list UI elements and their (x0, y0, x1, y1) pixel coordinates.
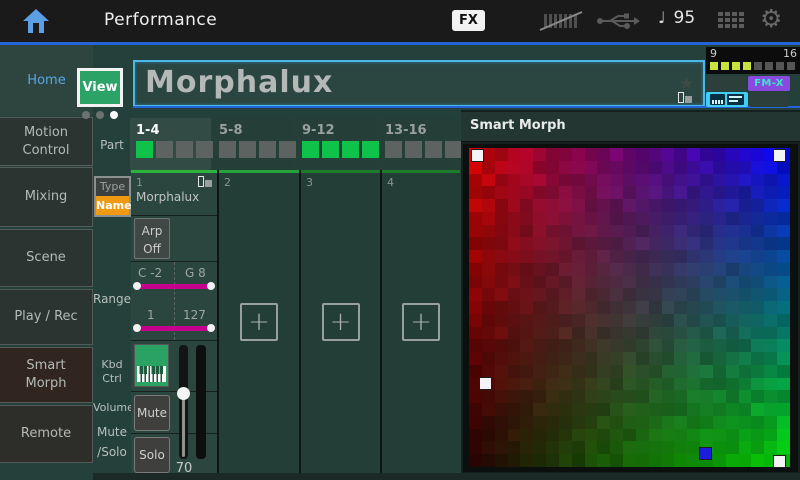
accent-divider (0, 42, 800, 45)
view-button[interactable]: View (77, 68, 123, 107)
status-cell-empty-2 (750, 92, 788, 107)
sidebar-item-motion-control[interactable]: Motion Control (0, 117, 93, 166)
part-4-add-button[interactable]: + (402, 303, 440, 341)
sidebar-item-scene[interactable]: Scene (0, 229, 93, 287)
part-1-number: 1 (136, 176, 143, 189)
part-indicator-leds (710, 62, 795, 70)
name-field-underline (133, 106, 800, 108)
engine-fmx-badge: FM-X (748, 76, 790, 91)
performance-name-field[interactable]: Morphalux (133, 60, 705, 107)
smart-morph-panel: Smart Morph (461, 110, 800, 480)
part-indicator-start: 9 (710, 47, 717, 60)
performance-home-screen: Performance FX ♩ 95 (0, 0, 800, 480)
motion-seq-keyboard-badge (706, 92, 748, 107)
part-indicator-end: 16 (783, 47, 797, 60)
keyboard-slash-icon (538, 10, 584, 32)
smart-morph-map[interactable] (469, 148, 790, 467)
row-label-volume: Volume (93, 401, 131, 415)
sidebar-item-remote[interactable]: Remote (0, 405, 93, 463)
morph-marker-white (773, 149, 786, 162)
usb-icon (596, 12, 640, 30)
fader-knob[interactable] (177, 387, 190, 400)
quarter-note-icon: ♩ (658, 8, 666, 27)
smart-morph-header: Smart Morph (461, 112, 800, 142)
morph-marker-white (471, 149, 484, 162)
part-2-number: 2 (224, 176, 231, 189)
part-4-strip[interactable]: 4 + (382, 170, 460, 473)
sidebar-item-mixing[interactable]: Mixing (0, 167, 93, 227)
part-indicator-panel: 9 16 (706, 47, 800, 74)
tempo-display[interactable]: ♩ 95 (658, 8, 695, 28)
home-icon[interactable] (22, 8, 50, 34)
part-4-number: 4 (387, 176, 394, 189)
note-range-low: C -2 (138, 266, 162, 280)
part-2-strip[interactable]: 2 + (219, 170, 299, 473)
part-1-strip[interactable]: 1 Morphalux Arp Off C -2 G 8 1 127 (131, 170, 217, 473)
category-flag-icon (678, 92, 692, 103)
mini-keyboard-icon (710, 94, 744, 105)
velocity-range-slider[interactable] (136, 326, 212, 331)
sidebar-item-play-rec[interactable]: Play / Rec (0, 289, 93, 345)
part-2-add-button[interactable]: + (240, 303, 278, 341)
row-label-range: Range (93, 292, 131, 307)
part-tab-9-12-squares (302, 141, 379, 158)
part-1-kbd-ctrl-button[interactable] (134, 344, 169, 387)
favorite-star-icon[interactable]: ★ (679, 74, 694, 94)
row-label-part: Part (93, 138, 131, 153)
part-tab-5-8-squares (219, 141, 296, 158)
part-3-number: 3 (306, 176, 313, 189)
status-cell-empty-1 (706, 76, 746, 91)
utility-gear-icon[interactable]: ⚙ (760, 4, 782, 33)
part-1-arp-button[interactable]: Arp Off (134, 218, 170, 259)
row-label-mute: Mute (93, 425, 131, 440)
smart-morph-map-frame (463, 144, 798, 472)
page-indicator-dots (82, 111, 122, 119)
fader-fill (182, 395, 185, 457)
part-tab-1-4-squares (136, 141, 213, 158)
type-button[interactable]: Type (96, 178, 129, 196)
velocity-range-high: 127 (183, 308, 206, 322)
part-tab-5-8[interactable]: 5-8 (213, 118, 294, 170)
performance-name: Morphalux (145, 65, 333, 100)
velocity-range-low: 1 (147, 308, 155, 322)
part-tab-1-4[interactable]: 1-4 (130, 118, 211, 172)
tempo-value: 95 (674, 8, 696, 28)
fx-badge[interactable]: FX (452, 10, 485, 31)
type-name-toggle: Type Name (94, 176, 131, 217)
part-tab-13-16[interactable]: 13-16 (379, 118, 460, 170)
part-1-volume-fader[interactable] (179, 345, 188, 459)
part-3-strip[interactable]: 3 + (301, 170, 380, 473)
part-tab-9-12[interactable]: 9-12 (296, 118, 377, 170)
part-3-add-button[interactable]: + (322, 303, 360, 341)
part-1-flag-icon (198, 176, 212, 187)
name-button[interactable]: Name (96, 196, 129, 215)
row-label-kbd-ctrl: Kbd Ctrl (93, 358, 131, 386)
part-1-mute-button[interactable]: Mute (134, 395, 170, 431)
live-set-grid-icon[interactable] (718, 12, 744, 28)
sidebar-item-smart-morph[interactable]: Smart Morph (0, 347, 93, 403)
note-range-slider[interactable] (136, 284, 212, 289)
morph-marker-white (773, 455, 786, 468)
part-1-name: Morphalux (136, 190, 199, 204)
smart-morph-title: Smart Morph (470, 118, 566, 133)
row-label-solo: /Solo (93, 445, 131, 460)
bottom-edge (93, 473, 800, 480)
morph-marker-white (479, 377, 492, 390)
part-1-level-meter (196, 345, 206, 459)
screen-title: Performance (104, 10, 217, 30)
piano-keyboard-icon (137, 366, 166, 382)
part-tab-13-16-squares (385, 141, 462, 158)
note-range-high: G 8 (185, 266, 206, 280)
morph-marker-blue (699, 447, 712, 460)
top-status-bar: Performance FX ♩ 95 (0, 0, 800, 42)
part-1-solo-button[interactable]: Solo (134, 437, 170, 473)
